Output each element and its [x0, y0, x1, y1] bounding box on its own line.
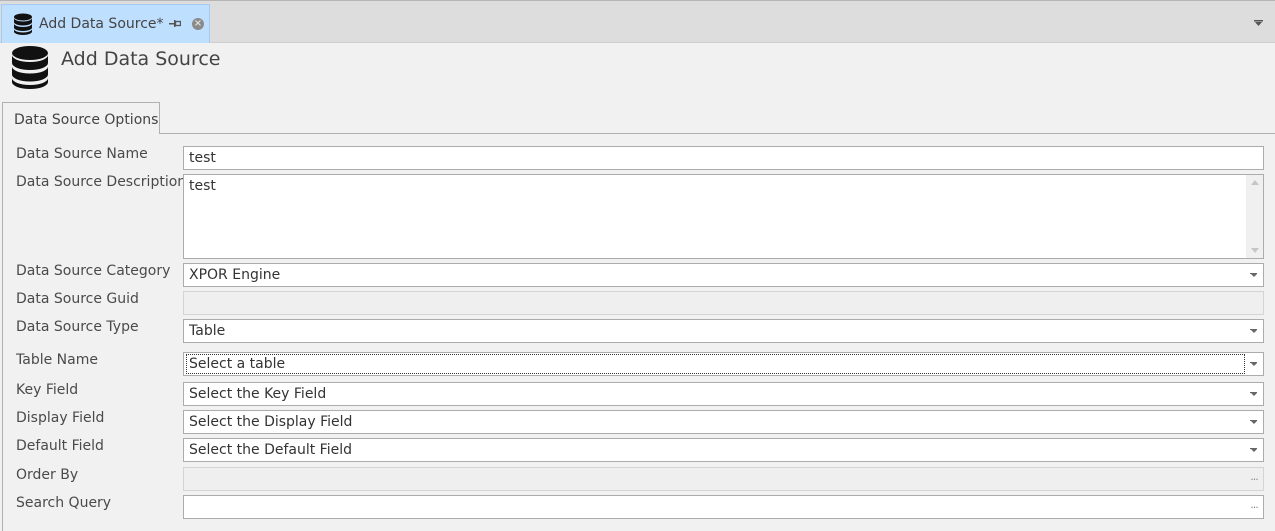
close-icon[interactable]	[192, 18, 204, 30]
scroll-down-icon[interactable]	[1251, 248, 1259, 253]
order-by-label: Order By	[16, 467, 79, 483]
default-field-placeholder: Select the Default Field	[189, 442, 352, 458]
options-tab-strip: Data Source Options	[0, 101, 1275, 135]
table-name-dropdown[interactable]: Select a table	[183, 352, 1264, 376]
data-source-options-panel: Data Source Name test Data Source Descri…	[2, 134, 1275, 531]
description-scrollbar[interactable]	[1246, 175, 1263, 258]
page-header: Add Data Source	[0, 43, 1275, 101]
data-source-type-dropdown[interactable]: Table	[183, 319, 1264, 343]
document-tab-label: Add Data Source*	[39, 16, 164, 32]
data-source-description-label: Data Source Description	[16, 174, 187, 190]
chevron-down-icon[interactable]	[1254, 20, 1263, 26]
database-icon	[14, 13, 32, 35]
default-field-dropdown[interactable]: Select the Default Field	[183, 438, 1264, 462]
chevron-down-icon[interactable]	[1245, 353, 1263, 375]
chevron-down-icon[interactable]	[1245, 439, 1263, 461]
key-field-label: Key Field	[16, 382, 79, 398]
data-source-name-label: Data Source Name	[16, 146, 148, 162]
display-field-label: Display Field	[16, 410, 105, 426]
data-source-category-dropdown[interactable]: XPOR Engine	[183, 263, 1264, 287]
data-source-category-value: XPOR Engine	[189, 267, 281, 283]
data-source-name-input[interactable]: test	[183, 146, 1264, 170]
display-field-placeholder: Select the Display Field	[189, 414, 353, 430]
data-source-category-label: Data Source Category	[16, 263, 171, 279]
data-source-type-value: Table	[189, 323, 226, 339]
scroll-up-icon[interactable]	[1251, 180, 1259, 185]
chevron-down-icon[interactable]	[1245, 411, 1263, 433]
data-source-description-textarea[interactable]: test	[183, 174, 1264, 259]
key-field-placeholder: Select the Key Field	[189, 386, 327, 402]
ellipsis-icon: ...	[1250, 470, 1259, 483]
pin-icon[interactable]	[169, 19, 181, 29]
display-field-dropdown[interactable]: Select the Display Field	[183, 410, 1264, 434]
table-name-placeholder: Select a table	[189, 356, 286, 372]
key-field-dropdown[interactable]: Select the Key Field	[183, 382, 1264, 406]
data-source-name-value: test	[189, 150, 216, 166]
data-source-description-value: test	[189, 178, 216, 194]
chevron-down-icon[interactable]	[1245, 320, 1263, 342]
table-name-label: Table Name	[16, 352, 98, 368]
search-query-label: Search Query	[16, 495, 112, 511]
data-source-guid-input	[183, 291, 1264, 315]
document-tab-add-data-source[interactable]: Add Data Source*	[1, 4, 210, 43]
tab-data-source-options[interactable]: Data Source Options	[2, 102, 160, 134]
default-field-label: Default Field	[16, 438, 104, 454]
data-source-guid-label: Data Source Guid	[16, 291, 139, 307]
ellipsis-icon[interactable]: ...	[1245, 496, 1263, 518]
search-query-input[interactable]: ...	[183, 495, 1264, 519]
order-by-input: ...	[183, 467, 1264, 491]
database-icon	[12, 46, 48, 89]
focus-indicator	[186, 354, 1245, 374]
chevron-down-icon[interactable]	[1245, 264, 1263, 286]
chevron-down-icon[interactable]	[1245, 383, 1263, 405]
data-source-type-label: Data Source Type	[16, 319, 139, 335]
document-tab-bar: Add Data Source*	[0, 0, 1275, 43]
page-title: Add Data Source	[61, 48, 221, 70]
